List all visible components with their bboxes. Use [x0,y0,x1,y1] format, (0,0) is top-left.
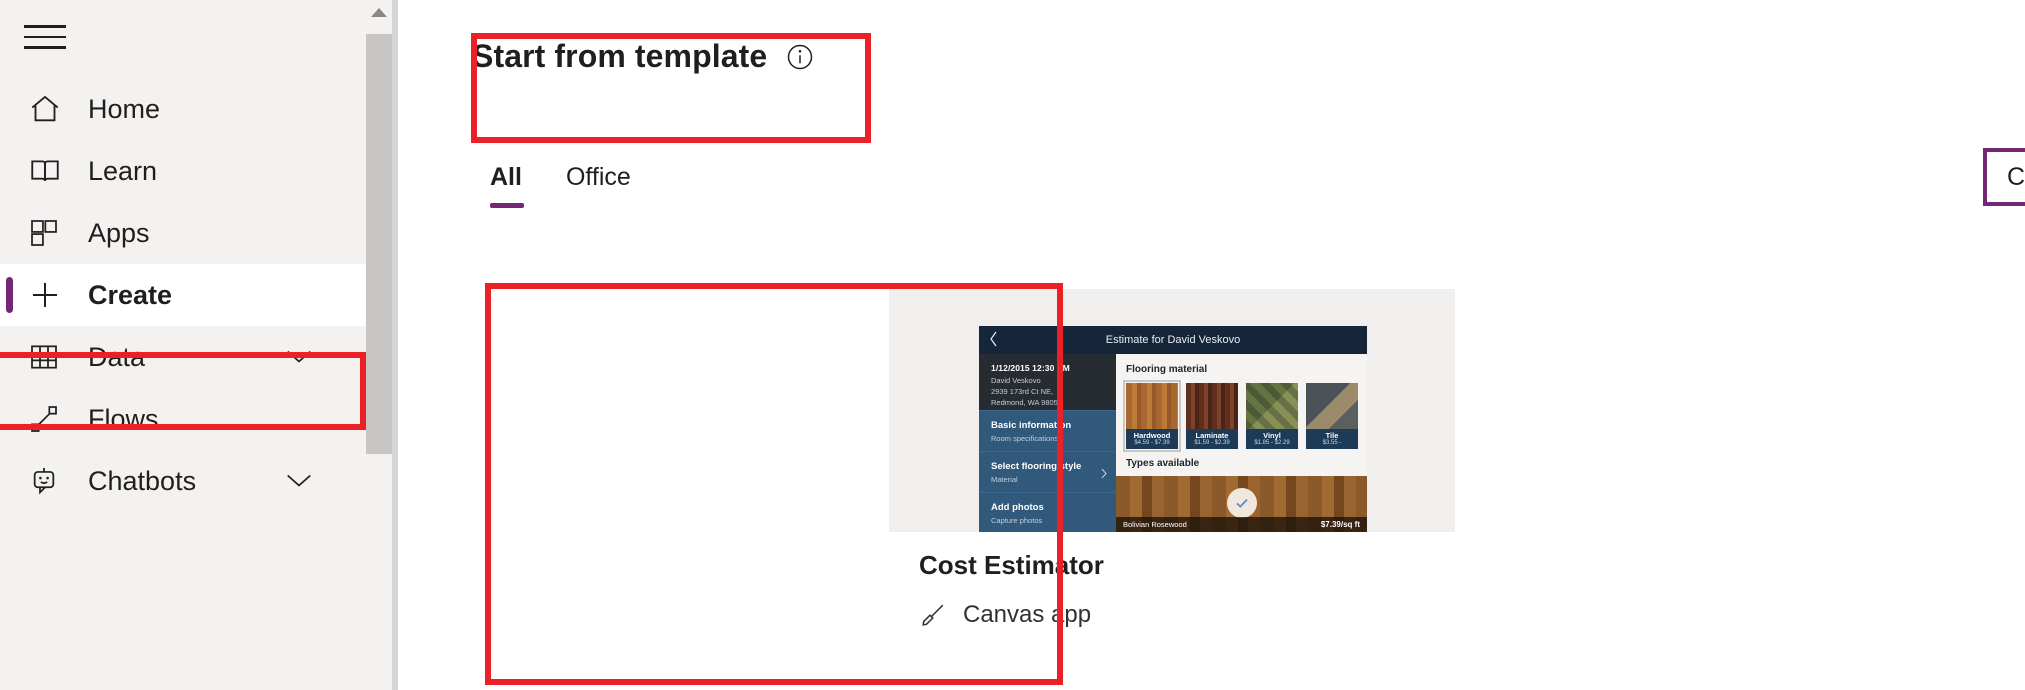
mock-left-panel: 1/12/2015 12:30 PM David Veskovo 2939 17… [979,354,1116,532]
sidebar-item-create[interactable]: Create [0,264,366,326]
mock-swatch-laminate: Laminate $1.59 - $2.39 [1186,383,1238,449]
apps-grid-icon [28,213,74,253]
app-root: Home Learn Apps Create Data Flows Chatbo… [0,0,2025,690]
annotation-highlight-create [0,352,366,430]
mock-menu-item-select-flooring-style: Select flooring style Material [979,451,1116,492]
swatch-image [1126,383,1178,429]
template-card-type-label: Canvas app [963,601,1092,628]
swatch-name: Vinyl [1263,431,1281,440]
template-card-type: Canvas app [919,601,1425,629]
plus-icon [28,275,74,315]
sidebar-item-label: Home [88,93,161,124]
sidebar-scrollbar-track[interactable] [366,0,392,690]
left-sidebar: Home Learn Apps Create Data Flows Chatbo… [0,0,366,690]
mock-customer-card: 1/12/2015 12:30 PM David Veskovo 2939 17… [979,354,1116,410]
swatch-image [1306,383,1358,429]
mock-section-material-label: Flooring material [1126,364,1208,375]
sidebar-item-home[interactable]: Home [0,78,366,140]
selection-indicator [6,277,13,313]
swatch-image [1246,383,1298,429]
mock-menu-title: Add photos [991,502,1044,513]
mock-menu-item-add-photos: Add photos Capture photos [979,492,1116,532]
sidebar-item-label: Create [88,279,173,310]
sidebar-item-label: Apps [88,217,150,248]
swatch-name: Laminate [1195,431,1229,440]
swatch-image [1186,383,1238,429]
template-card-cost-estimator[interactable]: Estimate for David Veskovo 1/12/2015 12:… [889,289,1455,679]
mock-app-header: Estimate for David Veskovo [979,326,1367,354]
tab-all[interactable]: All [472,163,544,208]
app-preview-mock: Estimate for David Veskovo 1/12/2015 12:… [979,326,1367,532]
mock-menu-item-basic-information: Basic information Room specifications [979,410,1116,451]
chevron-left-icon [989,331,998,347]
tab-label: Office [565,163,631,191]
sidebar-scrollbar-thumb[interactable] [366,34,392,454]
swatch-name: Tile [1325,431,1339,440]
mock-address-line2: Redmond, WA 98052 [991,397,1063,407]
sidebar-item-label: Learn [88,155,158,186]
tab-label: All [490,163,522,191]
mock-address-line1: 2939 173rd Ct NE, [991,386,1054,396]
mock-app-title: Estimate for David Veskovo [1105,334,1241,346]
mock-swatch-tile: Tile $3.55 - [1306,383,1358,449]
template-filter-tabs: All Office [472,163,653,208]
hamburger-menu-icon[interactable] [24,17,74,57]
mock-menu-subtitle: Capture photos [991,516,1043,525]
mock-right-panel: Flooring material Hardwood $4.59 - $7.39 [1116,354,1367,532]
template-thumbnail: Estimate for David Veskovo 1/12/2015 12:… [889,289,1455,532]
mock-swatch-hardwood: Hardwood $4.59 - $7.39 [1123,380,1181,452]
mock-datetime: 1/12/2015 12:30 PM [991,363,1070,373]
mock-menu-subtitle: Room specifications [991,434,1059,443]
mock-hero-price: $7.39/sq ft [1320,520,1360,529]
template-search-box[interactable] [1983,148,2025,206]
sidebar-item-label: Chatbots [88,465,197,496]
paint-brush-icon [919,601,947,629]
search-input[interactable] [2005,161,2025,193]
sidebar-item-learn[interactable]: Learn [0,140,366,202]
page-title: Start from template [472,38,768,74]
swatch-price: $1.59 - $2.39 [1194,440,1230,446]
home-icon [28,89,74,129]
mock-hero-caption: Bolivian Rosewood $7.39/sq ft [1116,517,1367,532]
sidebar-item-chatbots[interactable]: Chatbots [0,450,366,512]
mock-hero-material: Bolivian Rosewood $7.39/sq ft [1116,476,1367,532]
mock-menu-title: Select flooring style [991,461,1082,472]
book-icon [28,151,74,191]
mock-hero-name: Bolivian Rosewood [1123,520,1187,529]
checkmark-icon [1226,488,1257,518]
mock-menu-title: Basic information [991,420,1072,431]
page-title-row: Start from template [472,38,815,75]
robot-icon [28,461,74,501]
template-card-body: Cost Estimator Canvas app [889,532,1455,629]
mock-section-types-label: Types available [1126,458,1200,469]
mock-customer-name: David Veskovo [991,376,1041,385]
scroll-up-arrow-icon[interactable] [371,8,387,17]
mock-swatch-vinyl: Vinyl $1.85 - $2.29 [1246,383,1298,449]
mock-menu-subtitle: Material [991,475,1018,484]
sidebar-item-apps[interactable]: Apps [0,202,366,264]
swatch-price: $4.59 - $7.39 [1134,440,1170,446]
template-card-title: Cost Estimator [919,550,1104,580]
tab-office[interactable]: Office [544,163,653,208]
chevron-right-icon [1101,466,1107,479]
main-content: Start from template All Office Estimate … [398,0,2025,690]
sidebar-nav: Home Learn Apps Create Data Flows Chatbo… [0,78,366,512]
swatch-price: $3.55 - [1322,440,1342,446]
chevron-down-icon[interactable] [284,466,314,497]
swatch-name: Hardwood [1133,431,1171,440]
mock-material-swatches: Hardwood $4.59 - $7.39 Laminate $1.59 - … [1116,375,1367,452]
info-circle-icon[interactable] [785,42,815,72]
swatch-price: $1.85 - $2.29 [1254,440,1290,446]
